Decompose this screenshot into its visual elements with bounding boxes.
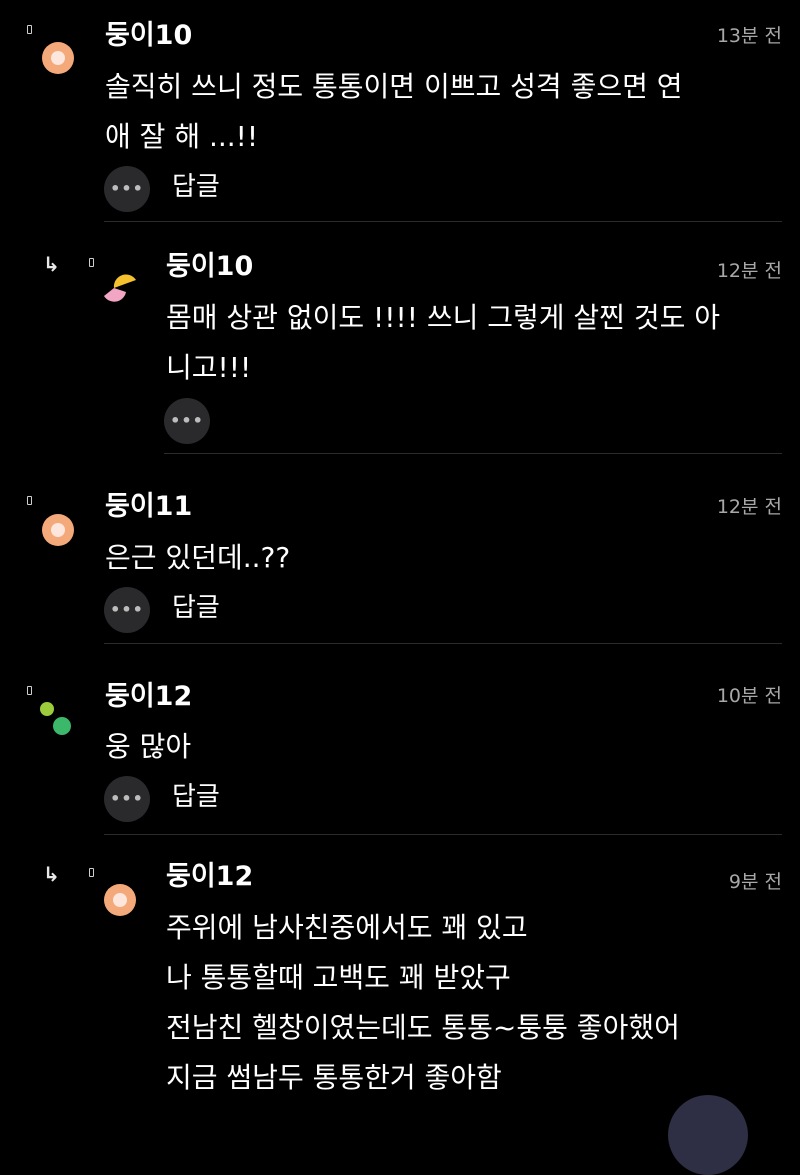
nickname[interactable]: 둥이11 xyxy=(105,491,192,523)
comment-line: 웅 많아 xyxy=(105,730,192,763)
comment-line: 주위에 남사친중에서도 꽤 있고 xyxy=(166,911,528,944)
avatar[interactable] xyxy=(100,270,136,306)
comment-line: 몸매 상관 없이도 !!!! 쓰니 그렇게 살찐 것도 아 xyxy=(166,301,721,334)
timestamp: 12분 전 xyxy=(716,260,782,282)
report-flag-icon[interactable] xyxy=(89,868,94,877)
floating-action-button[interactable] xyxy=(668,1095,748,1175)
avatar[interactable] xyxy=(102,882,138,918)
comment-line: 지금 썸남두 통통한거 좋아함 xyxy=(166,1061,502,1094)
divider xyxy=(164,453,782,454)
reply-button[interactable]: 답글 xyxy=(172,782,220,812)
report-flag-icon[interactable] xyxy=(27,686,32,695)
timestamp: 13분 전 xyxy=(716,25,782,47)
avatar[interactable] xyxy=(40,40,76,76)
more-dots-icon: ••• xyxy=(110,789,144,808)
timestamp: 10분 전 xyxy=(716,685,782,707)
more-options-button[interactable]: ••• xyxy=(164,398,210,444)
nickname[interactable]: 둥이10 xyxy=(166,251,253,283)
timestamp: 12분 전 xyxy=(716,496,782,518)
avatar[interactable] xyxy=(40,512,76,548)
more-dots-icon: ••• xyxy=(110,600,144,619)
nickname[interactable]: 둥이12 xyxy=(166,861,253,893)
more-dots-icon: ••• xyxy=(110,179,144,198)
comment-line: 전남친 헬창이였는데도 통통~퉁퉁 좋아했어 xyxy=(166,1011,680,1044)
report-flag-icon[interactable] xyxy=(27,25,32,34)
more-options-button[interactable]: ••• xyxy=(104,166,150,212)
divider xyxy=(104,221,782,222)
comment-line: 니고!!! xyxy=(166,351,252,384)
reply-arrow-icon: ↳ xyxy=(43,252,60,276)
comment-line: 은근 있던데..?? xyxy=(105,541,291,574)
timestamp: 9분 전 xyxy=(728,871,782,893)
comment-line: 솔직히 쓰니 정도 통통이면 이쁘고 성격 좋으면 연 xyxy=(105,70,683,103)
reply-arrow-icon: ↳ xyxy=(43,862,60,886)
more-options-button[interactable]: ••• xyxy=(104,776,150,822)
nickname[interactable]: 둥이12 xyxy=(105,681,192,713)
divider xyxy=(104,834,782,835)
report-flag-icon[interactable] xyxy=(27,496,32,505)
divider xyxy=(104,643,782,644)
nickname[interactable]: 둥이10 xyxy=(105,20,192,52)
report-flag-icon[interactable] xyxy=(89,258,94,267)
more-dots-icon: ••• xyxy=(170,411,204,430)
reply-button[interactable]: 답글 xyxy=(172,593,220,623)
more-options-button[interactable]: ••• xyxy=(104,587,150,633)
avatar[interactable] xyxy=(36,700,72,736)
comment-line: 나 통통할때 고백도 꽤 받았구 xyxy=(166,961,511,994)
comment-line: 애 잘 해 ...!! xyxy=(105,120,259,153)
reply-button[interactable]: 답글 xyxy=(172,172,220,202)
